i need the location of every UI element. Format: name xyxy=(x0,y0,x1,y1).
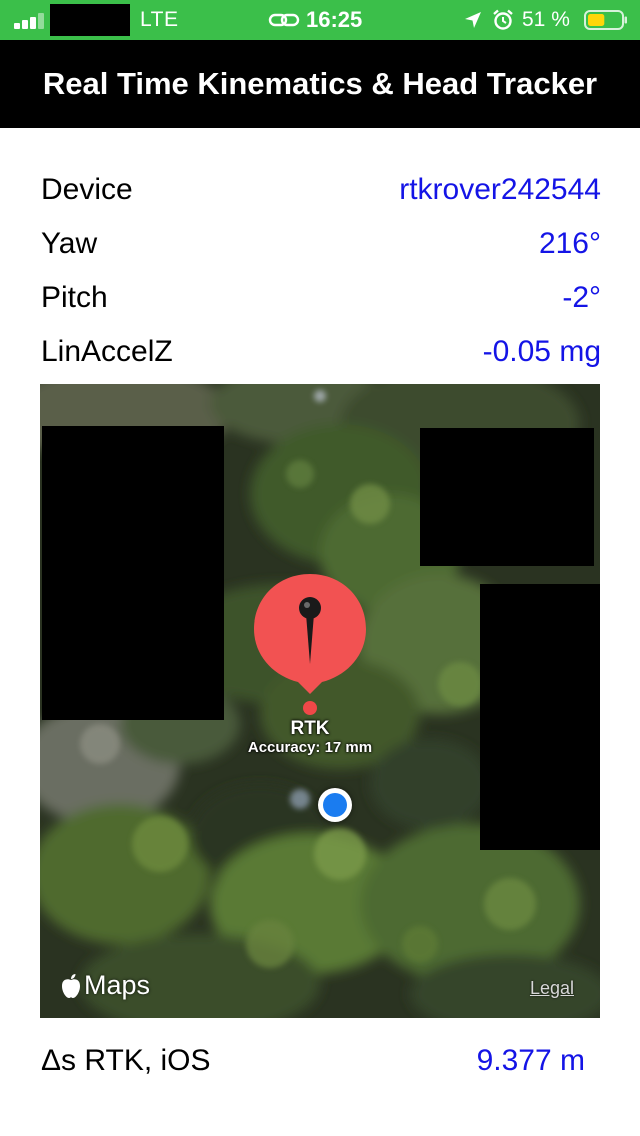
status-bar: LTE 16:25 51 % xyxy=(0,0,640,40)
pitch-label: Pitch xyxy=(41,281,108,314)
device-value: rtkrover242544 xyxy=(399,173,601,206)
battery-percentage: 51 % xyxy=(522,8,570,31)
link-icon xyxy=(268,13,300,27)
yaw-value: 216° xyxy=(538,227,601,260)
maps-logo-text: Maps xyxy=(84,970,151,1000)
device-label: Device xyxy=(41,173,133,206)
redaction-block xyxy=(480,584,600,850)
page-title: Real Time Kinematics & Head Tracker xyxy=(42,66,598,101)
yaw-label: Yaw xyxy=(41,227,98,260)
pin-accuracy: Accuracy: 17 mm xyxy=(247,739,373,756)
status-time: 16:25 xyxy=(306,7,363,32)
battery-icon xyxy=(584,10,627,30)
satellite-map[interactable]: RTK Accuracy: 17 mm Maps Legal xyxy=(40,384,600,1018)
redaction-block xyxy=(420,428,594,566)
pin-title: RTK xyxy=(290,718,330,739)
location-arrow-icon xyxy=(465,12,481,28)
lin-accel-z-label: LinAccelZ xyxy=(41,335,173,368)
legal-link[interactable]: Legal xyxy=(530,978,574,999)
network-type: LTE xyxy=(140,8,179,31)
apple-icon xyxy=(62,973,80,998)
signal-icon xyxy=(14,11,50,29)
alarm-icon xyxy=(493,9,513,30)
redaction-block xyxy=(42,426,224,720)
pitch-value: -2° xyxy=(562,281,601,314)
pitch-row: Pitch -2° xyxy=(41,275,601,321)
device-row: Device rtkrover242544 xyxy=(41,167,601,213)
map-pin-marker[interactable] xyxy=(252,572,368,718)
lin-accel-z-row: LinAccelZ -0.05 mg xyxy=(41,329,601,375)
navigation-bar: Real Time Kinematics & Head Tracker xyxy=(0,40,640,128)
yaw-row: Yaw 216° xyxy=(41,221,601,267)
distance-value: 9.377 m xyxy=(476,1044,585,1077)
distance-label: Δs RTK, iOS xyxy=(41,1044,211,1077)
carrier-name-redaction xyxy=(50,4,130,36)
distance-row: Δs RTK, iOS 9.377 m xyxy=(41,1038,585,1084)
user-location-dot[interactable] xyxy=(318,788,352,822)
maps-logo: Maps xyxy=(60,970,150,1001)
lin-accel-z-value: -0.05 mg xyxy=(482,335,601,368)
